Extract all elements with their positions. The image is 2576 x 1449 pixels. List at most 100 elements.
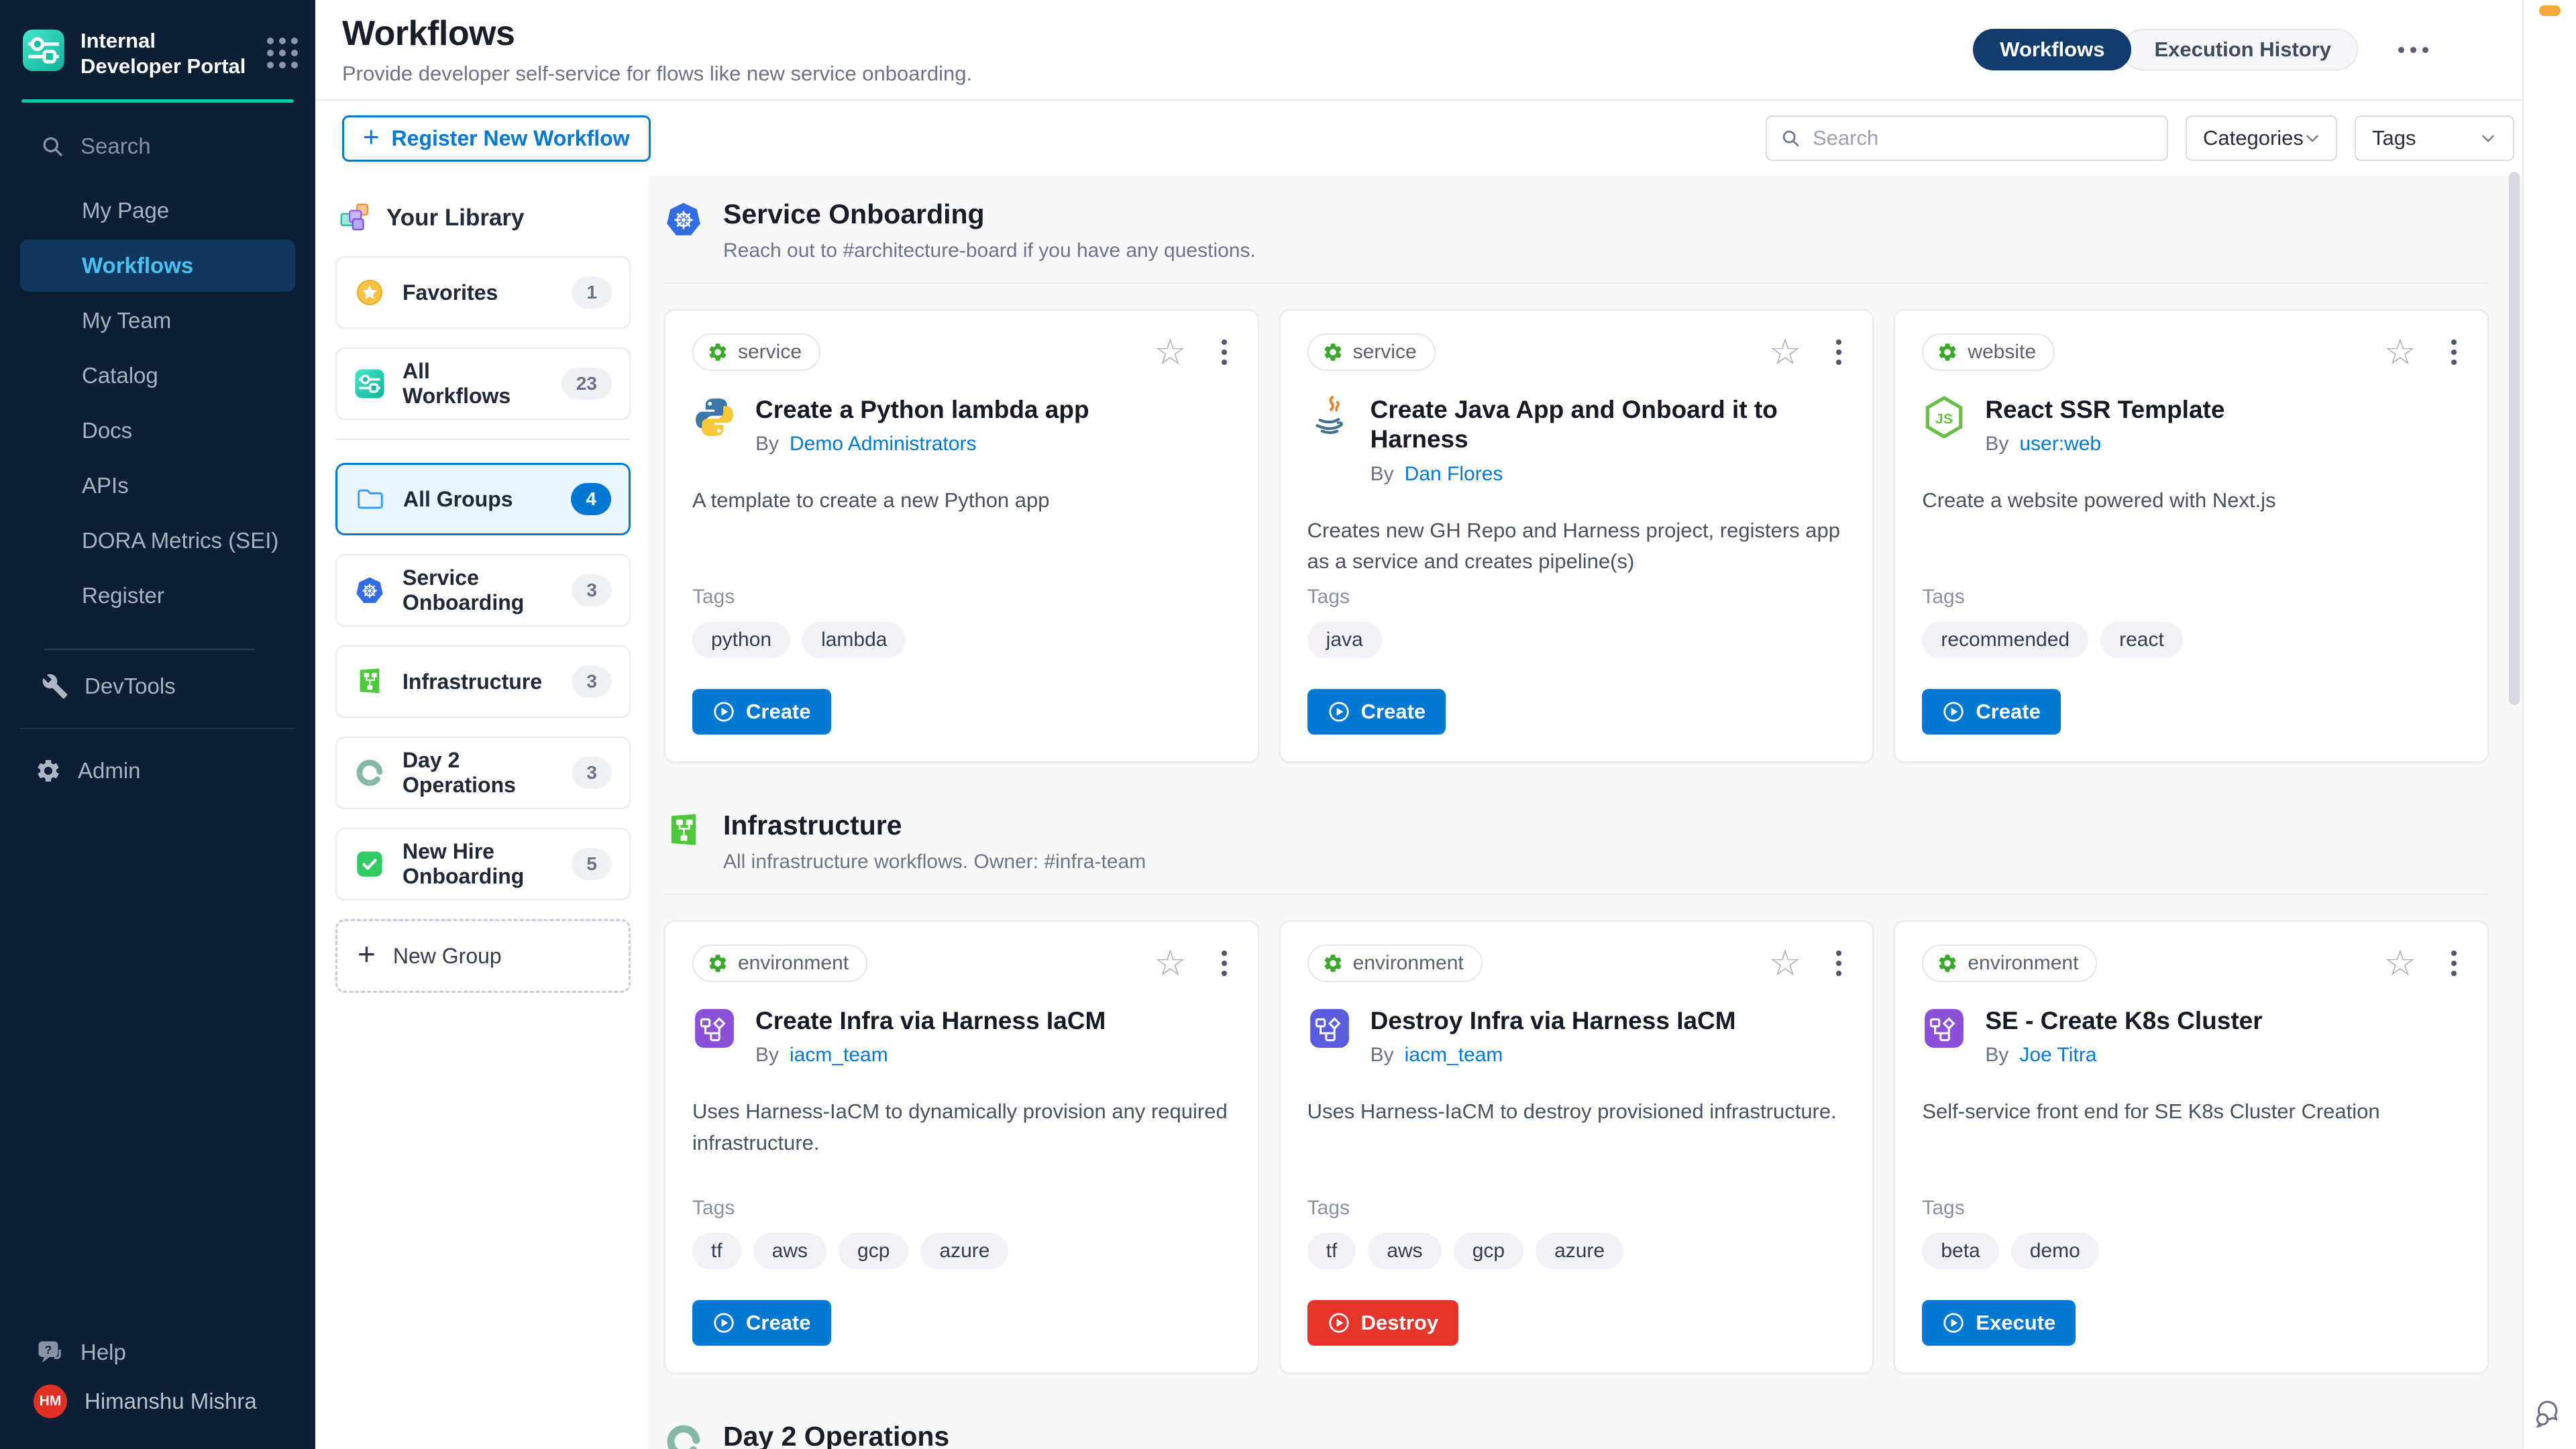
card-menu-icon[interactable] — [1832, 947, 1845, 980]
card-se-create-k8s-cluster: environment ☆ SE - Create K8s Cluster By… — [1894, 920, 2489, 1374]
tab-execution-history[interactable]: Execution History — [2122, 29, 2358, 70]
favorite-star-icon[interactable]: ☆ — [2384, 947, 2416, 980]
card-menu-icon[interactable] — [1832, 335, 1845, 369]
sidebar-item-workflows[interactable]: Workflows — [20, 239, 295, 292]
sidebar-item-docs[interactable]: Docs — [20, 405, 295, 457]
card-menu-icon[interactable] — [2447, 335, 2461, 369]
brand-title: Internal Developer Portal — [80, 28, 252, 79]
library-item-favorites[interactable]: Favorites 1 — [335, 256, 631, 329]
register-new-workflow-button[interactable]: + Register New Workflow — [342, 115, 651, 162]
card-menu-icon[interactable] — [1218, 335, 1231, 369]
create-button[interactable]: Create — [1922, 689, 2061, 735]
library-item-day-2-operations[interactable]: Day 2 Operations 3 — [335, 737, 631, 809]
card-title: Create Java App and Onboard it to Harnes… — [1371, 395, 1846, 455]
sidebar-item-admin[interactable]: Admin — [0, 748, 315, 794]
category-badge: environment — [692, 945, 867, 982]
user-menu[interactable]: HM Himanshu Mishra — [0, 1385, 315, 1418]
app-grid-icon[interactable] — [267, 38, 298, 68]
author-link[interactable]: iacm_team — [1405, 1044, 1503, 1067]
play-circle-icon — [712, 1311, 735, 1334]
card-action-label: Create — [1976, 700, 2041, 724]
workflow-toolbar: + Register New Workflow Categories Tags — [315, 101, 2522, 176]
author-link[interactable]: iacm_team — [790, 1044, 888, 1067]
card-react-ssr-template: website ☆ JS React SSR Template By user:… — [1894, 309, 2489, 763]
java-icon — [1307, 395, 1352, 486]
card-description: Uses Harness-IaCM to destroy provisioned… — [1307, 1096, 1846, 1128]
sidebar-item-register[interactable]: Register — [20, 570, 295, 622]
card-description: Create a website powered with Next.js — [1922, 485, 2461, 517]
page-title: Workflows — [342, 13, 972, 54]
favorite-star-icon[interactable]: ☆ — [1769, 336, 1801, 369]
iacm-indigo-icon — [1307, 1006, 1352, 1067]
feedback-chat-icon[interactable] — [2534, 1397, 2566, 1429]
new-group-button[interactable]: + New Group — [335, 919, 631, 993]
library-item-all-workflows[interactable]: All Workflows 23 — [335, 347, 631, 420]
card-description: A template to create a new Python app — [692, 485, 1231, 517]
tags-dropdown[interactable]: Tags — [2355, 115, 2514, 161]
sidebar-search[interactable]: Search — [0, 103, 315, 159]
execute-button[interactable]: Execute — [1922, 1300, 2076, 1346]
library-item-infrastructure[interactable]: Infrastructure 3 — [335, 645, 631, 718]
avatar: HM — [34, 1385, 67, 1418]
author-link[interactable]: user:web — [2019, 433, 2101, 455]
right-rail — [2522, 0, 2576, 1449]
library-item-all-groups[interactable]: All Groups 4 — [335, 463, 631, 535]
categories-dropdown[interactable]: Categories — [2186, 115, 2337, 161]
library-item-label: All Groups — [403, 487, 513, 512]
sidebar-item-catalog[interactable]: Catalog — [20, 350, 295, 402]
sidebar-item-my-page[interactable]: My Page — [20, 184, 295, 237]
sidebar-item-help[interactable]: ? Help — [0, 1338, 315, 1367]
section-service-onboarding: Service Onboarding Reach out to #archite… — [664, 199, 2489, 763]
by-label: By — [1371, 463, 1394, 486]
sidebar-item-devtools[interactable]: DevTools — [0, 663, 315, 709]
gear-icon — [1937, 953, 1958, 974]
by-label: By — [1985, 433, 2008, 455]
favorite-star-icon[interactable]: ☆ — [1769, 947, 1801, 980]
card-action-label: Execute — [1976, 1311, 2055, 1335]
day2-icon — [354, 757, 385, 788]
tag-pill-azure: azure — [920, 1233, 1008, 1269]
header-more-icon[interactable] — [2392, 40, 2435, 60]
infra-icon — [354, 666, 385, 697]
favorite-star-icon[interactable]: ☆ — [1154, 947, 1186, 980]
tag-pill-gcp: gcp — [1454, 1233, 1523, 1269]
notification-dot-icon — [2539, 5, 2561, 16]
create-button[interactable]: Create — [692, 1300, 831, 1346]
favorite-star-icon[interactable]: ☆ — [2384, 336, 2416, 369]
play-circle-icon — [1942, 1311, 1965, 1334]
create-button[interactable]: Create — [1307, 689, 1446, 735]
card-menu-icon[interactable] — [2447, 947, 2461, 980]
chevron-down-icon — [2479, 129, 2497, 147]
category-label: service — [738, 341, 802, 364]
sidebar-item-dora-metrics-sei[interactable]: DORA Metrics (SEI) — [20, 515, 295, 567]
author-link[interactable]: Demo Administrators — [790, 433, 976, 455]
author-link[interactable]: Dan Flores — [1405, 463, 1503, 486]
gear-icon — [707, 953, 729, 974]
plus-icon: + — [358, 938, 376, 969]
scrollbar-thumb[interactable] — [2509, 172, 2520, 705]
sidebar-divider — [20, 728, 295, 729]
library-item-service-onboarding[interactable]: Service Onboarding 3 — [335, 554, 631, 627]
search-input[interactable] — [1811, 125, 2153, 151]
gear-icon — [1322, 953, 1344, 974]
favorite-star-icon[interactable]: ☆ — [1154, 336, 1186, 369]
view-tabs: Workflows Execution History — [1973, 29, 2358, 70]
svg-text:JS: JS — [1935, 410, 1953, 427]
tag-pill-tf: tf — [692, 1233, 741, 1269]
tab-workflows[interactable]: Workflows — [1973, 29, 2131, 70]
destroy-button[interactable]: Destroy — [1307, 1300, 1458, 1346]
author-link[interactable]: Joe Titra — [2019, 1044, 2096, 1067]
tags-row: pythonlambda — [692, 622, 1231, 658]
sidebar-item-apis[interactable]: APIs — [20, 460, 295, 512]
tags-label: Tags — [692, 586, 1231, 608]
page-subtitle: Provide developer self-service for flows… — [342, 62, 972, 86]
library-item-new-hire-onboarding[interactable]: New Hire Onboarding 5 — [335, 828, 631, 900]
by-label: By — [1985, 1044, 2008, 1067]
card-create-infra-via-harness-iacm: environment ☆ Create Infra via Harness I… — [664, 920, 1259, 1374]
library-item-count: 1 — [572, 276, 612, 309]
tab-label: Execution History — [2154, 38, 2331, 62]
create-button[interactable]: Create — [692, 689, 831, 735]
workflow-search — [1766, 115, 2168, 161]
sidebar-item-my-team[interactable]: My Team — [20, 294, 295, 347]
card-menu-icon[interactable] — [1218, 947, 1231, 980]
